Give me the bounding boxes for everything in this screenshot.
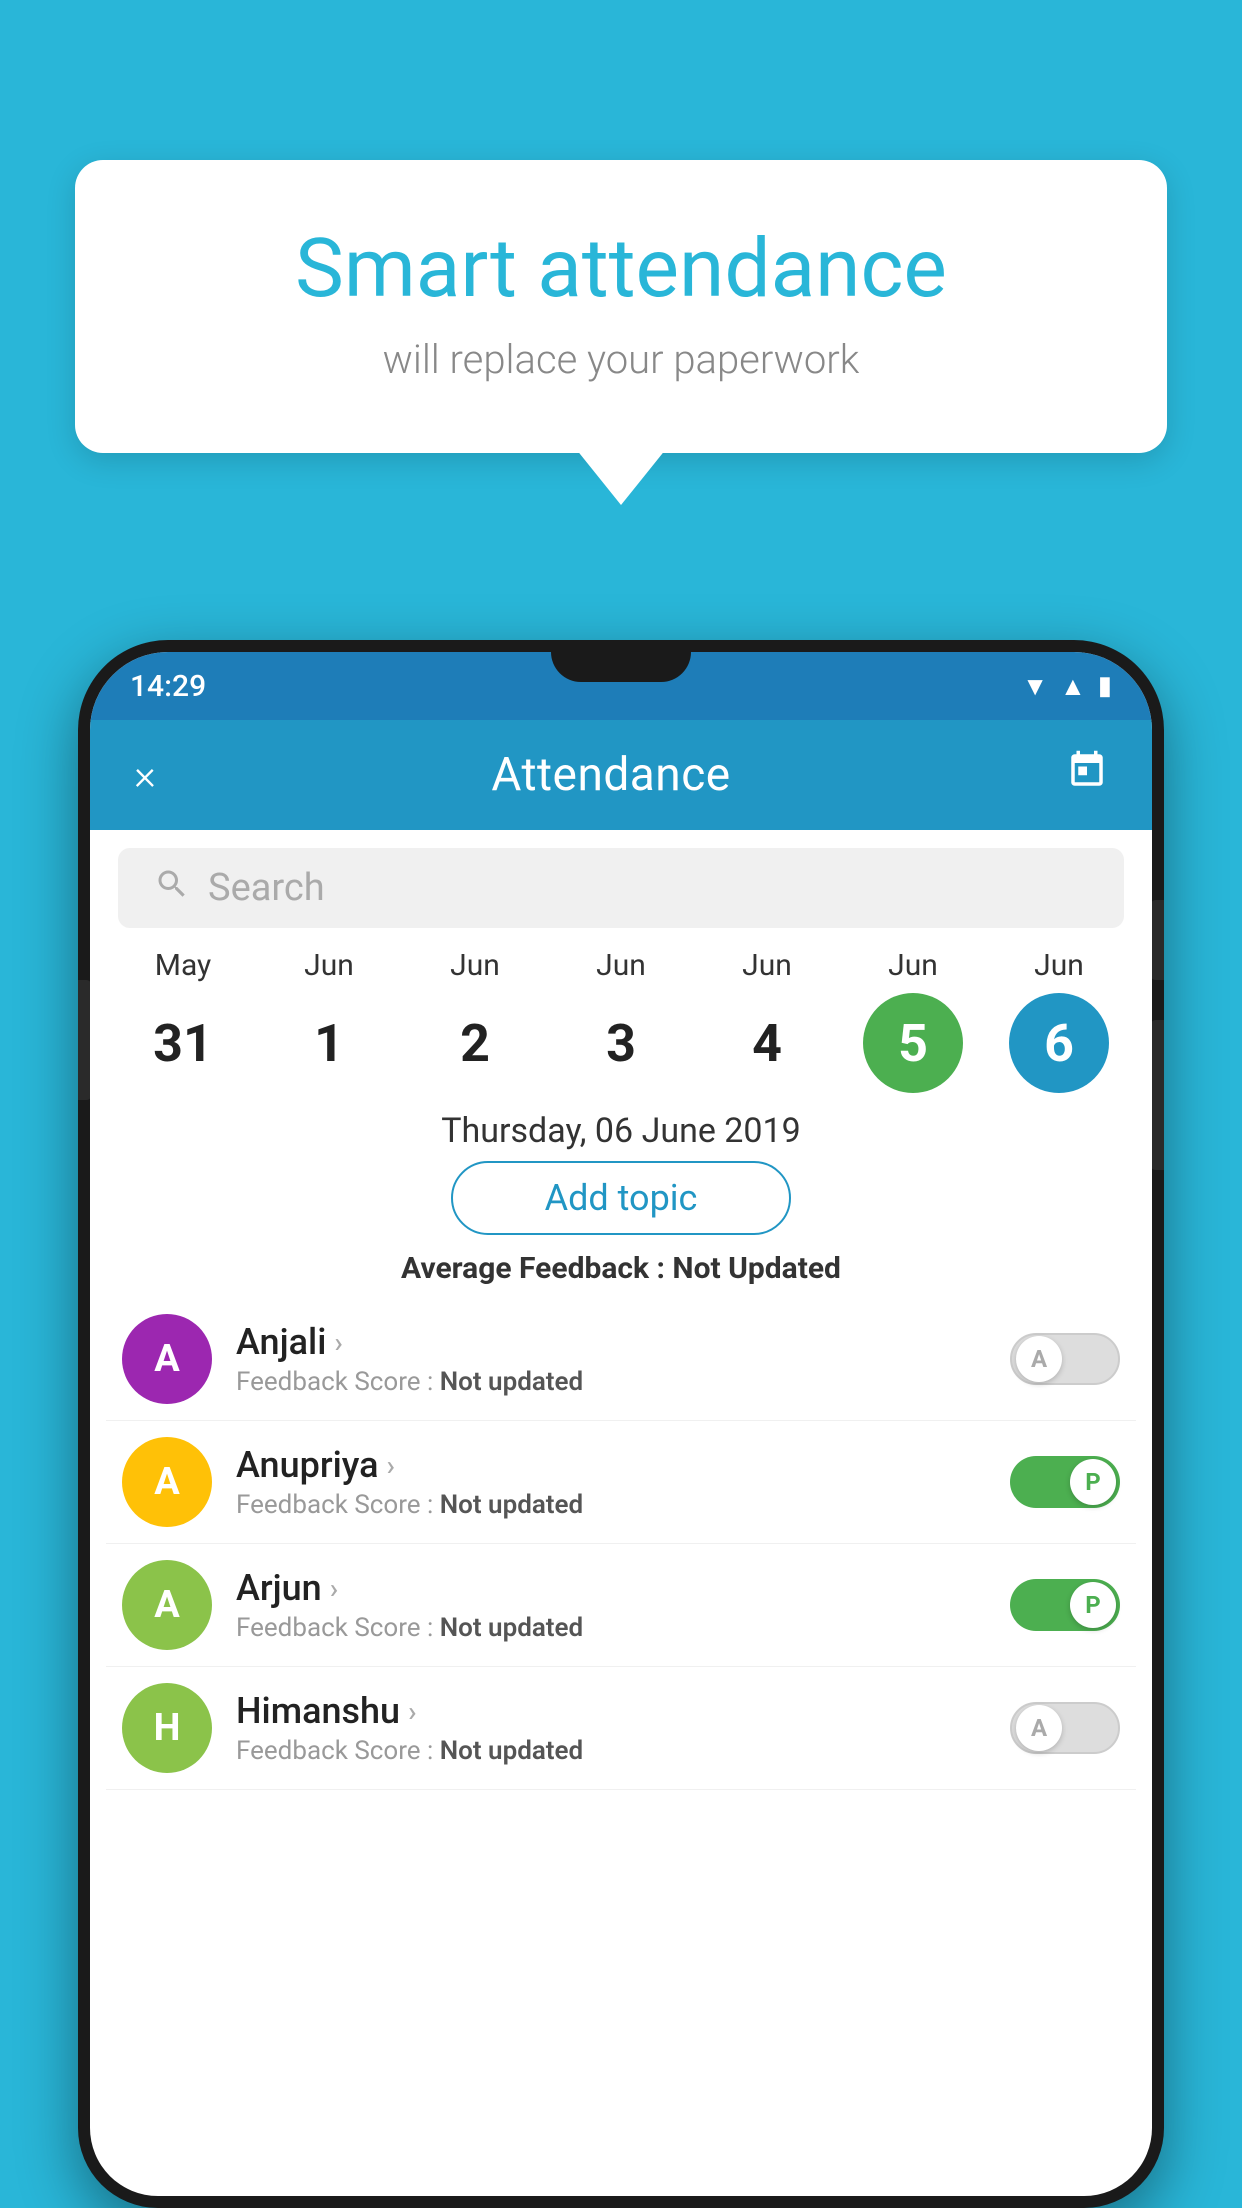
chevron-icon: › <box>408 1695 416 1728</box>
avg-feedback-label: Average Feedback : <box>401 1251 665 1286</box>
search-bar[interactable]: Search <box>118 848 1124 928</box>
search-icon <box>154 866 190 911</box>
search-placeholder: Search <box>208 866 325 910</box>
chevron-icon: › <box>387 1449 395 1482</box>
signal-icon: ▲ <box>1060 671 1086 702</box>
speech-bubble: Smart attendance will replace your paper… <box>75 160 1167 453</box>
calendar-day-6[interactable]: Jun 6 <box>999 948 1119 1093</box>
toggle-knob: A <box>1016 1705 1062 1751</box>
calendar-day-5[interactable]: Jun 5 <box>853 948 973 1093</box>
student-item[interactable]: A Arjun › Feedback Score : Not updated P <box>106 1544 1136 1667</box>
student-feedback: Feedback Score : Not updated <box>236 1736 986 1766</box>
student-info: Anupriya › Feedback Score : Not updated <box>236 1444 986 1520</box>
calendar-day-2[interactable]: Jun 2 <box>415 948 535 1093</box>
chevron-icon: › <box>334 1326 342 1359</box>
cal-month-label: May <box>155 948 211 983</box>
student-avatar: A <box>122 1314 212 1404</box>
student-feedback: Feedback Score : Not updated <box>236 1613 986 1643</box>
calendar-day-3[interactable]: Jun 3 <box>561 948 681 1093</box>
volume-down-button <box>1150 1020 1164 1170</box>
cal-date-number: 3 <box>571 993 671 1093</box>
calendar-strip: May 31 Jun 1 Jun 2 Jun 3 Jun 4 Jun 5 Jun 6 <box>90 938 1152 1093</box>
student-avatar: A <box>122 1437 212 1527</box>
cal-date-number: 5 <box>863 993 963 1093</box>
wifi-icon: ▼ <box>1022 671 1048 702</box>
cal-date-number: 2 <box>425 993 525 1093</box>
student-info: Himanshu › Feedback Score : Not updated <box>236 1690 986 1766</box>
attendance-toggle[interactable]: P <box>1010 1579 1120 1631</box>
phone-frame: 14:29 ▼ ▲ ▮ × Attendance S <box>78 640 1164 2208</box>
cal-month-label: Jun <box>742 948 792 983</box>
toggle-switch[interactable]: P <box>1010 1579 1120 1631</box>
header-title: Attendance <box>491 748 730 802</box>
student-avatar: A <box>122 1560 212 1650</box>
add-topic-button[interactable]: Add topic <box>451 1161 791 1235</box>
toggle-knob: P <box>1070 1582 1116 1628</box>
student-feedback: Feedback Score : Not updated <box>236 1490 986 1520</box>
cal-date-number: 31 <box>133 993 233 1093</box>
student-name: Himanshu › <box>236 1690 986 1732</box>
cal-date-number: 1 <box>279 993 379 1093</box>
avg-feedback: Average Feedback : Not Updated <box>90 1251 1152 1286</box>
student-item[interactable]: A Anupriya › Feedback Score : Not updated P <box>106 1421 1136 1544</box>
toggle-switch[interactable]: A <box>1010 1333 1120 1385</box>
student-avatar: H <box>122 1683 212 1773</box>
student-name: Arjun › <box>236 1567 986 1609</box>
calendar-day-4[interactable]: Jun 4 <box>707 948 827 1093</box>
cal-month-label: Jun <box>304 948 354 983</box>
student-info: Anjali › Feedback Score : Not updated <box>236 1321 986 1397</box>
chevron-icon: › <box>330 1572 338 1605</box>
avg-feedback-value: Not Updated <box>672 1251 841 1286</box>
student-item[interactable]: H Himanshu › Feedback Score : Not updated A <box>106 1667 1136 1790</box>
toggle-knob: P <box>1070 1459 1116 1505</box>
calendar-icon[interactable] <box>1066 749 1108 801</box>
close-button[interactable]: × <box>134 751 156 800</box>
student-name: Anupriya › <box>236 1444 986 1486</box>
cal-month-label: Jun <box>596 948 646 983</box>
toggle-knob: A <box>1016 1336 1062 1382</box>
power-button <box>1150 900 1164 980</box>
phone-screen: 14:29 ▼ ▲ ▮ × Attendance S <box>90 652 1152 2196</box>
cal-month-label: Jun <box>450 948 500 983</box>
student-item[interactable]: A Anjali › Feedback Score : Not updated A <box>106 1298 1136 1421</box>
bubble-subtitle: will replace your paperwork <box>145 336 1097 383</box>
phone-notch <box>551 640 691 682</box>
cal-month-label: Jun <box>888 948 938 983</box>
cal-date-number: 4 <box>717 993 817 1093</box>
calendar-day-0[interactable]: May 31 <box>123 948 243 1093</box>
attendance-toggle[interactable]: A <box>1010 1333 1120 1385</box>
status-time: 14:29 <box>130 669 206 704</box>
cal-month-label: Jun <box>1034 948 1084 983</box>
bubble-title: Smart attendance <box>145 220 1097 318</box>
selected-date-label: Thursday, 06 June 2019 <box>90 1111 1152 1151</box>
student-feedback: Feedback Score : Not updated <box>236 1367 986 1397</box>
student-name: Anjali › <box>236 1321 986 1363</box>
student-list: AAnjali ›Feedback Score : Not updatedAAA… <box>90 1298 1152 1790</box>
toggle-switch[interactable]: A <box>1010 1702 1120 1754</box>
student-info: Arjun › Feedback Score : Not updated <box>236 1567 986 1643</box>
app-header: × Attendance <box>90 720 1152 830</box>
calendar-day-1[interactable]: Jun 1 <box>269 948 389 1093</box>
battery-icon: ▮ <box>1098 671 1112 701</box>
attendance-toggle[interactable]: P <box>1010 1456 1120 1508</box>
toggle-switch[interactable]: P <box>1010 1456 1120 1508</box>
attendance-toggle[interactable]: A <box>1010 1702 1120 1754</box>
cal-date-number: 6 <box>1009 993 1109 1093</box>
status-icons: ▼ ▲ ▮ <box>1022 671 1112 702</box>
